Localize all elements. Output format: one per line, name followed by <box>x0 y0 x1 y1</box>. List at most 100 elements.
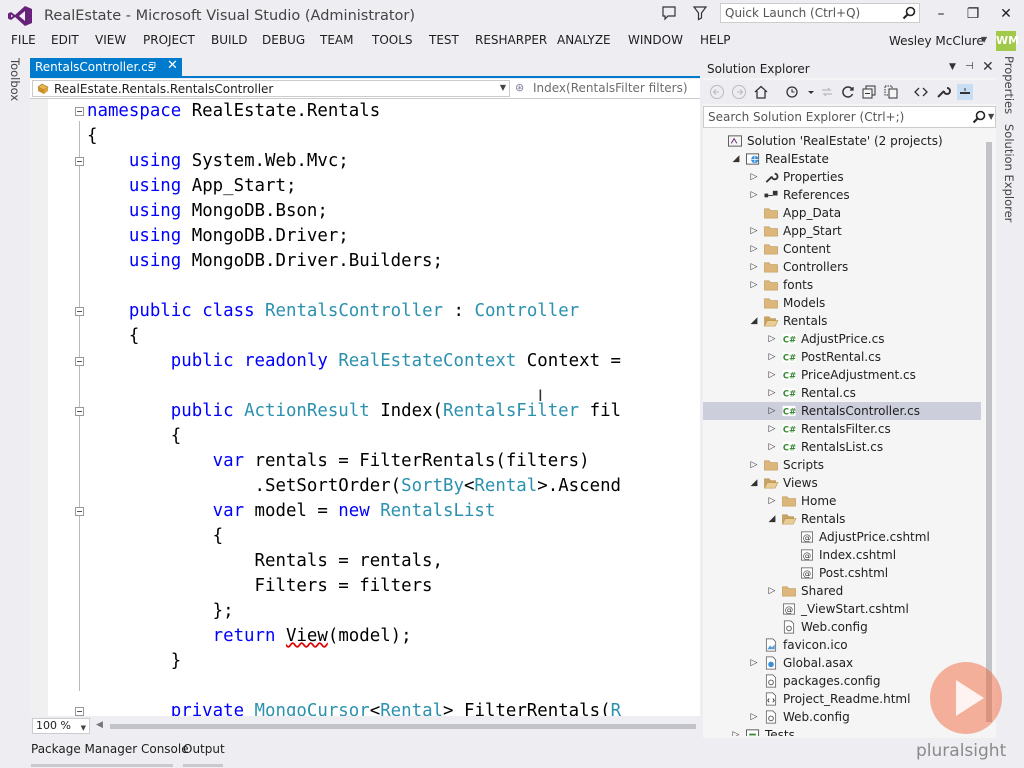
tree-item[interactable]: Solution 'RealEstate' (2 projects) <box>703 132 981 150</box>
tree-item[interactable]: Web.config <box>703 618 981 636</box>
code-line[interactable]: { <box>87 524 224 549</box>
avatar[interactable]: WM <box>996 31 1019 51</box>
view-code-icon[interactable] <box>913 84 929 100</box>
code-line[interactable]: return View(model); <box>87 624 412 649</box>
chevron-down-icon[interactable] <box>803 84 819 100</box>
collapse-all-icon[interactable] <box>861 84 877 100</box>
code-line[interactable]: private MongoCursor<Rental> FilterRental… <box>87 699 621 716</box>
tree-item[interactable]: @ Post.cshtml <box>703 564 981 582</box>
chevron-down-icon[interactable]: ▼ <box>500 83 506 92</box>
collapsed-arrow-icon[interactable]: ▷ <box>767 369 777 381</box>
search-icon[interactable] <box>902 6 916 20</box>
collapsed-arrow-icon[interactable]: ▷ <box>749 711 759 723</box>
toolbox-tab[interactable]: Toolbox <box>8 58 22 101</box>
member-dropdown[interactable]: ⊛ Index(RentalsFilter filters) <box>512 80 700 97</box>
tree-item[interactable]: ▷ C# RentalsList.cs <box>703 438 981 456</box>
code-editor[interactable]: namespace RealEstate.Rentals{ using Syst… <box>30 99 700 716</box>
collapsed-arrow-icon[interactable]: ▷ <box>767 387 777 399</box>
vertical-scrollbar[interactable] <box>983 132 995 736</box>
zoom-dropdown[interactable]: 100 % ▼ <box>32 718 90 734</box>
refresh-icon[interactable] <box>840 84 856 100</box>
signed-in-user[interactable]: Wesley McClure <box>889 34 984 48</box>
solution-search-input[interactable] <box>704 107 964 127</box>
pin-icon[interactable]: ⊐ <box>148 60 156 71</box>
collapsed-arrow-icon[interactable]: ▷ <box>767 585 777 597</box>
collapsed-arrow-icon[interactable]: ▷ <box>767 441 777 453</box>
tree-item[interactable]: ◢ Rentals <box>703 312 981 330</box>
menu-window[interactable]: WINDOW <box>628 33 683 47</box>
tree-item[interactable]: @ _ViewStart.cshtml <box>703 600 981 618</box>
menu-resharper[interactable]: RESHARPER <box>475 33 547 47</box>
collapsed-arrow-icon[interactable]: ▷ <box>749 171 759 183</box>
close-window-button[interactable]: ✕ <box>994 4 1018 24</box>
tree-item[interactable]: ▷ C# Rental.cs <box>703 384 981 402</box>
horizontal-scrollbar[interactable]: ◀ <box>96 720 696 732</box>
scroll-left-arrow-icon[interactable]: ◀ <box>96 720 103 730</box>
menu-team[interactable]: TEAM <box>320 33 353 47</box>
menu-view[interactable]: VIEW <box>95 33 126 47</box>
code-line[interactable]: using MongoDB.Driver.Builders; <box>87 249 443 274</box>
expanded-arrow-icon[interactable]: ◢ <box>767 513 777 525</box>
tree-item[interactable]: ▷ Content <box>703 240 981 258</box>
scrollbar-thumb[interactable] <box>110 724 696 729</box>
tree-item[interactable]: @ AdjustPrice.cshtml <box>703 528 981 546</box>
tree-item[interactable]: ▷ C# PriceAdjustment.cs <box>703 366 981 384</box>
code-line[interactable]: public class RentalsController : Control… <box>87 299 579 324</box>
tree-item[interactable]: ▷ Properties <box>703 168 981 186</box>
collapsed-arrow-icon[interactable]: ▷ <box>749 189 759 201</box>
code-line[interactable]: using App_Start; <box>87 174 297 199</box>
tree-item[interactable]: ▷ C# RentalsFilter.cs <box>703 420 981 438</box>
pending-changes-filter-icon[interactable] <box>785 84 801 100</box>
notifications-icon[interactable] <box>661 5 677 21</box>
collapsed-arrow-icon[interactable]: ▷ <box>749 657 759 669</box>
menu-project[interactable]: PROJECT <box>143 33 195 47</box>
window-position-icon[interactable]: ▼ <box>949 62 956 72</box>
collapsed-arrow-icon[interactable]: ▷ <box>749 261 759 273</box>
tree-item[interactable]: ◢ Rentals <box>703 510 981 528</box>
tree-item[interactable]: ▷ References <box>703 186 981 204</box>
preview-selected-items-icon[interactable] <box>957 84 973 100</box>
back-icon[interactable] <box>709 84 725 100</box>
properties-tab[interactable]: Properties <box>1002 56 1016 114</box>
tab-rentals-controller[interactable]: RentalsController.cs ⊐ ✕ <box>30 58 182 78</box>
search-icon[interactable] <box>972 110 986 124</box>
tab-package-manager-console[interactable]: Package Manager Console <box>31 742 189 756</box>
quick-launch-input[interactable] <box>721 4 897 22</box>
collapsed-arrow-icon[interactable]: ▷ <box>767 333 777 345</box>
code-line[interactable]: using MongoDB.Driver; <box>87 224 349 249</box>
code-line[interactable]: namespace RealEstate.Rentals <box>87 99 380 124</box>
collapsed-arrow-icon[interactable]: ▷ <box>731 729 741 736</box>
solution-explorer-tab[interactable]: Solution Explorer <box>1002 124 1016 222</box>
tree-item[interactable]: ▷ fonts <box>703 276 981 294</box>
code-line[interactable]: .SetSortOrder(SortBy<Rental>.Ascend <box>87 474 622 499</box>
code-line[interactable]: } <box>87 649 181 674</box>
feedback-filter-icon[interactable] <box>692 5 708 21</box>
chevron-down-icon[interactable]: ▼ <box>981 35 987 44</box>
menu-test[interactable]: TEST <box>429 33 459 47</box>
code-line[interactable]: using MongoDB.Bson; <box>87 199 328 224</box>
tree-item[interactable]: ▷ Scripts <box>703 456 981 474</box>
scrollbar-thumb[interactable] <box>986 142 992 722</box>
menu-help[interactable]: HELP <box>700 33 731 47</box>
tree-item[interactable]: ▷ C# AdjustPrice.cs <box>703 330 981 348</box>
expanded-arrow-icon[interactable]: ◢ <box>749 315 759 327</box>
collapsed-arrow-icon[interactable]: ▷ <box>767 405 777 417</box>
tree-item[interactable]: Models <box>703 294 981 312</box>
sync-icon[interactable] <box>819 84 835 100</box>
menu-file[interactable]: FILE <box>11 33 36 47</box>
tree-item[interactable]: ▷ Controllers <box>703 258 981 276</box>
code-line[interactable]: { <box>87 124 97 149</box>
show-all-files-icon[interactable] <box>883 84 899 100</box>
tree-item[interactable]: ▷ C# PostRental.cs <box>703 348 981 366</box>
code-line[interactable]: Filters = filters <box>87 574 433 599</box>
code-text-area[interactable]: namespace RealEstate.Rentals{ using Syst… <box>30 99 700 716</box>
collapsed-arrow-icon[interactable]: ▷ <box>749 459 759 471</box>
tree-item[interactable]: ▷ Shared <box>703 582 981 600</box>
tree-item[interactable]: ◢ RealEstate <box>703 150 981 168</box>
collapsed-arrow-icon[interactable]: ▷ <box>767 351 777 363</box>
type-dropdown[interactable]: RealEstate.Rentals.RentalsController ▼ <box>32 80 510 97</box>
code-line[interactable]: public readonly RealEstateContext Contex… <box>87 349 621 374</box>
code-line[interactable]: { <box>87 324 139 349</box>
tree-item[interactable]: @ Index.cshtml <box>703 546 981 564</box>
tree-item[interactable]: ◢ Views <box>703 474 981 492</box>
